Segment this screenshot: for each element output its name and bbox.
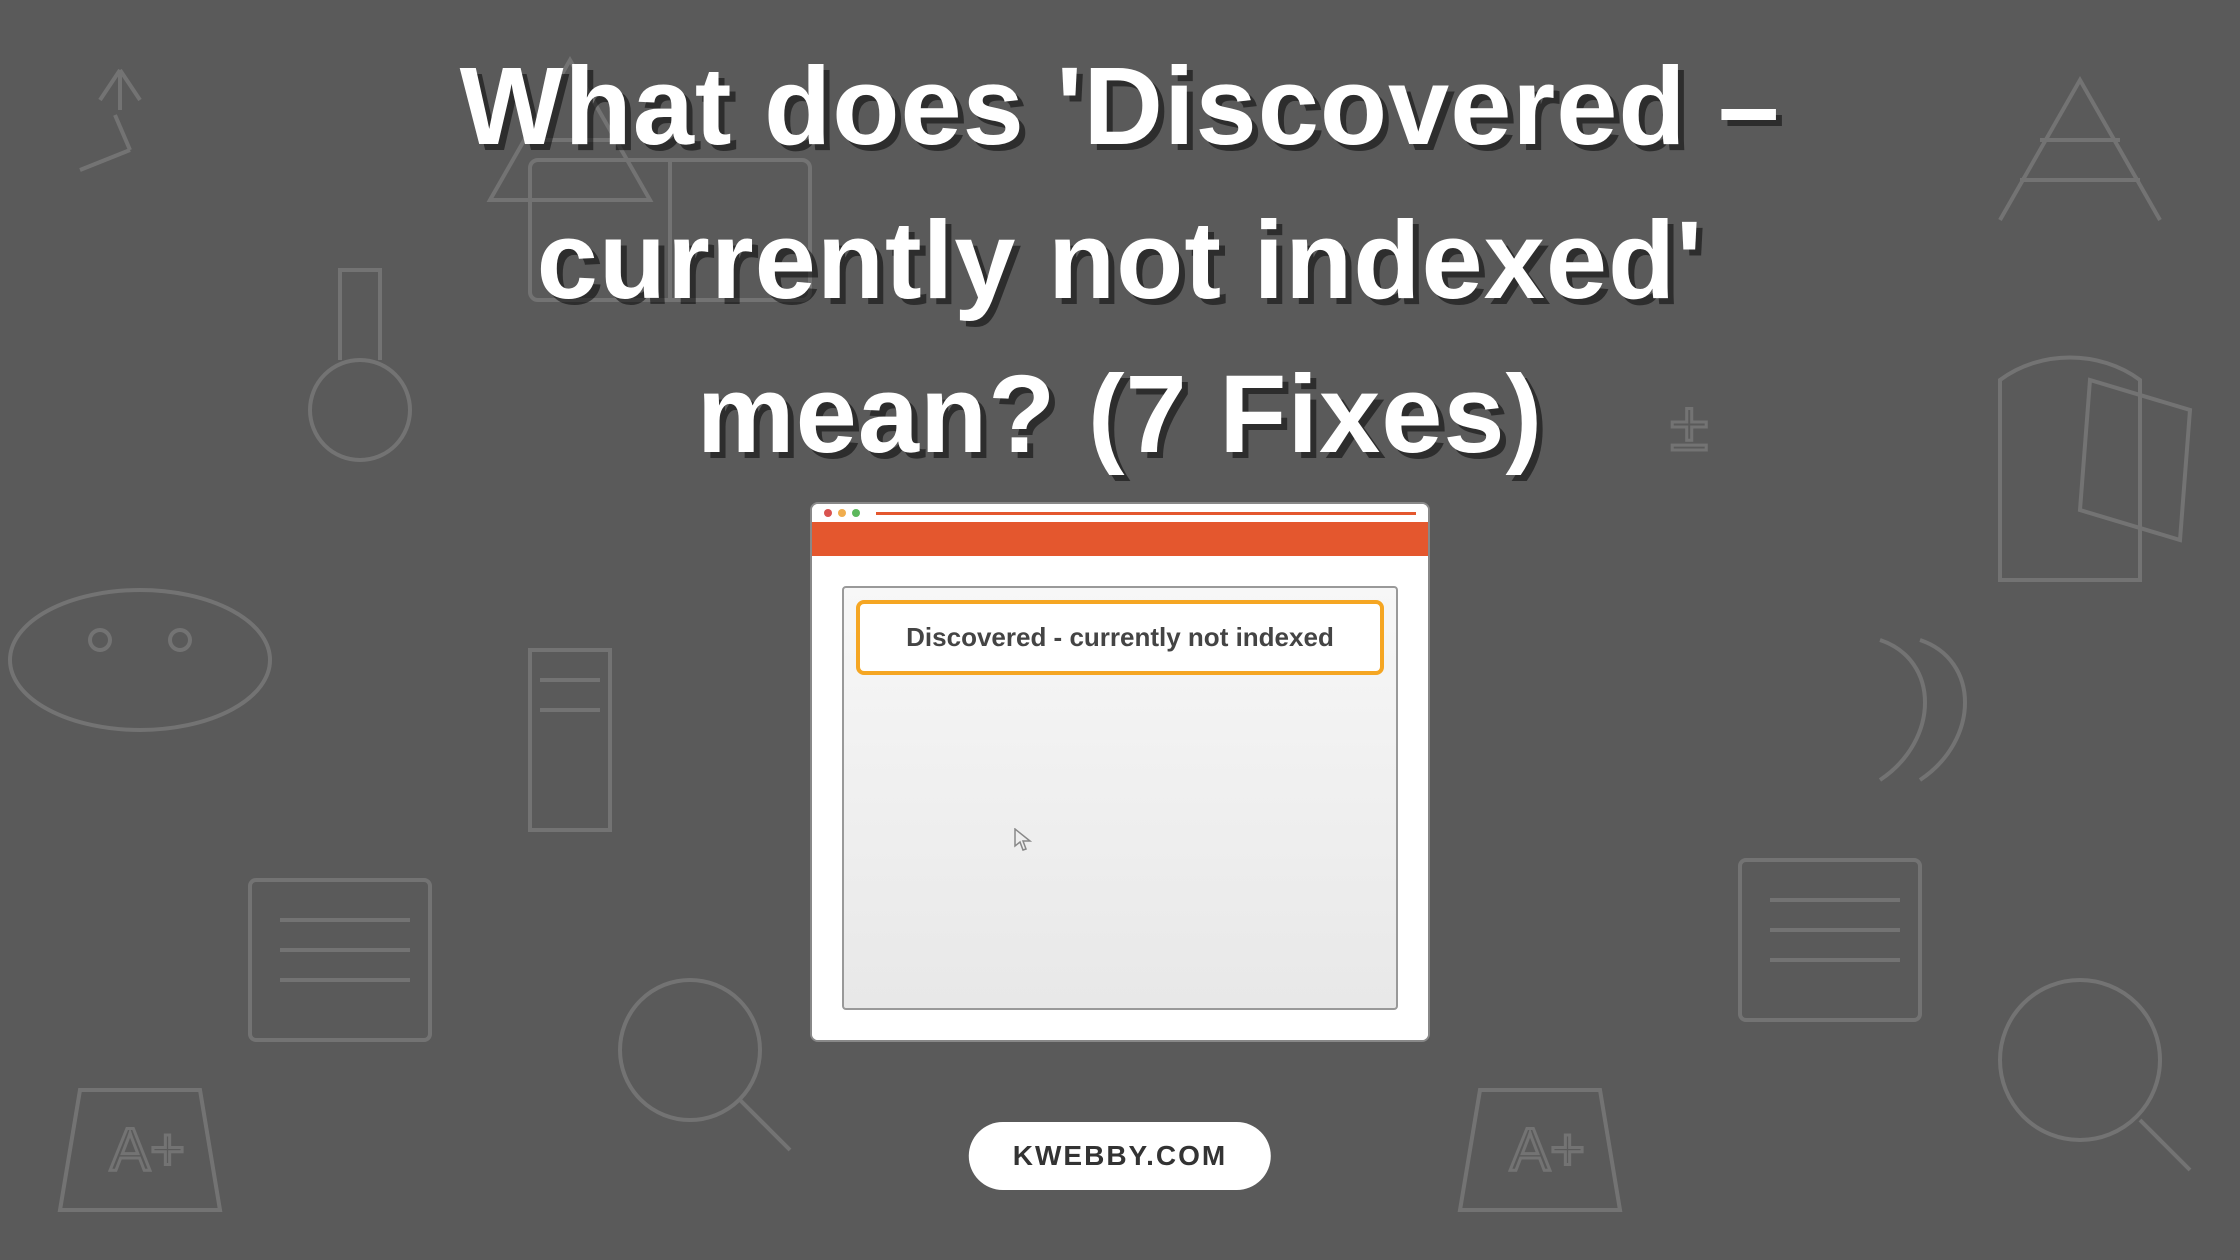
browser-body: Discovered - currently not indexed (812, 556, 1428, 1040)
browser-titlebar (812, 504, 1428, 522)
cursor-icon (1014, 828, 1032, 852)
window-minimize-icon (838, 509, 846, 517)
window-maximize-icon (852, 509, 860, 517)
site-badge: KWEBBY.COM (969, 1122, 1271, 1190)
content-panel: Discovered - currently not indexed (842, 586, 1398, 1010)
status-message: Discovered - currently not indexed (856, 600, 1384, 675)
svg-text:A+: A+ (1510, 1116, 1585, 1183)
page-title: What does 'Discovered – currently not in… (370, 30, 1870, 492)
browser-window: Discovered - currently not indexed (810, 502, 1430, 1042)
browser-header-bar (812, 522, 1428, 556)
address-bar-line (876, 512, 1416, 515)
svg-text:A+: A+ (110, 1116, 185, 1183)
window-close-icon (824, 509, 832, 517)
